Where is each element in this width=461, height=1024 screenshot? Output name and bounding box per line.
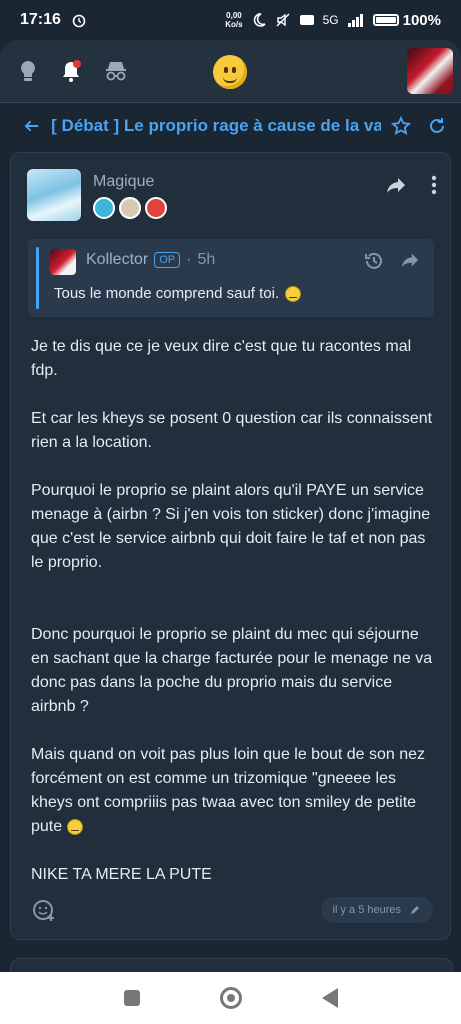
author-avatar[interactable] — [27, 169, 81, 221]
recents-button[interactable] — [123, 990, 140, 1006]
incognito-icon[interactable] — [104, 60, 128, 82]
avatar[interactable] — [407, 48, 453, 94]
share-icon[interactable] — [385, 175, 407, 195]
clown-badge-icon — [145, 197, 167, 219]
bulb-icon[interactable] — [18, 59, 38, 83]
author-badges — [93, 197, 167, 219]
back-arrow-icon[interactable] — [24, 118, 39, 134]
quote-text: Tous le monde comprend sauf toi. — [54, 285, 280, 302]
post-paragraph: Pourquoi le proprio se plaint alors qu'i… — [31, 482, 431, 571]
quoted-message[interactable]: Kollector OP · 5h Tous le monde comprend… — [28, 239, 434, 317]
post-card: Magique Kollector OP · 5h Tous le monde … — [10, 152, 451, 940]
post-paragraph: Donc pourquoi le proprio se plaint du me… — [31, 626, 433, 715]
add-reaction-icon[interactable] — [31, 897, 57, 923]
dnd-moon-icon — [253, 13, 266, 27]
thread-header: [ Débat ] Le proprio rage à cause de la … — [0, 103, 461, 149]
edit-icon[interactable] — [409, 904, 421, 916]
smiley-sticker-icon — [66, 818, 83, 835]
quote-dot: · — [186, 251, 192, 268]
back-button[interactable] — [321, 988, 338, 1008]
app-top-bar — [0, 40, 461, 102]
battery: 100% — [372, 12, 441, 29]
author-name[interactable]: Magique — [93, 173, 154, 191]
smiley-sticker-icon — [285, 285, 302, 302]
refresh-icon[interactable] — [427, 116, 447, 136]
clock: 17:16 — [20, 11, 61, 28]
alarm-icon — [72, 14, 86, 28]
stars-badge-icon — [93, 197, 115, 219]
more-icon[interactable] — [431, 175, 437, 195]
network-speed: 0,00 Ko/s — [225, 11, 243, 29]
post-body: Je te dis que ce je veux dire c'est que … — [31, 335, 433, 911]
op-badge: OP — [154, 252, 181, 268]
network-type: 5G — [322, 13, 339, 27]
quote-time: 5h — [197, 251, 216, 268]
post-header: Magique — [27, 167, 437, 223]
portrait-badge-icon — [119, 197, 141, 219]
system-nav-bar — [0, 972, 461, 1024]
battery-icon — [372, 14, 399, 26]
quote-author-avatar[interactable] — [50, 249, 76, 275]
post-paragraph: NIKE TA MERE LA PUTE — [31, 866, 212, 883]
volte-icon — [299, 15, 314, 25]
status-bar: 17:16 0,00 Ko/s 5G 100% — [0, 0, 461, 40]
quote-share-icon[interactable] — [400, 251, 420, 269]
history-icon[interactable] — [364, 251, 384, 271]
post-paragraph-with-sticker: Mais quand on voit pas plus loin que le … — [31, 746, 426, 835]
post-paragraph: Je te dis que ce je veux dire c'est que … — [31, 338, 412, 379]
home-button[interactable] — [219, 987, 242, 1009]
quote-bar — [36, 247, 39, 309]
post-paragraph: Et car les kheys se posent 0 question ca… — [31, 410, 433, 451]
thread-title[interactable]: [ Débat ] Le proprio rage à cause de la … — [51, 116, 381, 136]
quote-author-name[interactable]: Kollector — [86, 251, 148, 269]
post-timestamp[interactable]: il y a 5 heures — [320, 897, 433, 923]
star-icon[interactable] — [391, 116, 411, 136]
bell-icon[interactable] — [60, 59, 82, 83]
signal-icon — [347, 14, 363, 27]
mute-icon — [276, 13, 290, 27]
post-footer: il y a 5 heures — [31, 895, 433, 925]
logo-smiley[interactable] — [213, 55, 247, 89]
